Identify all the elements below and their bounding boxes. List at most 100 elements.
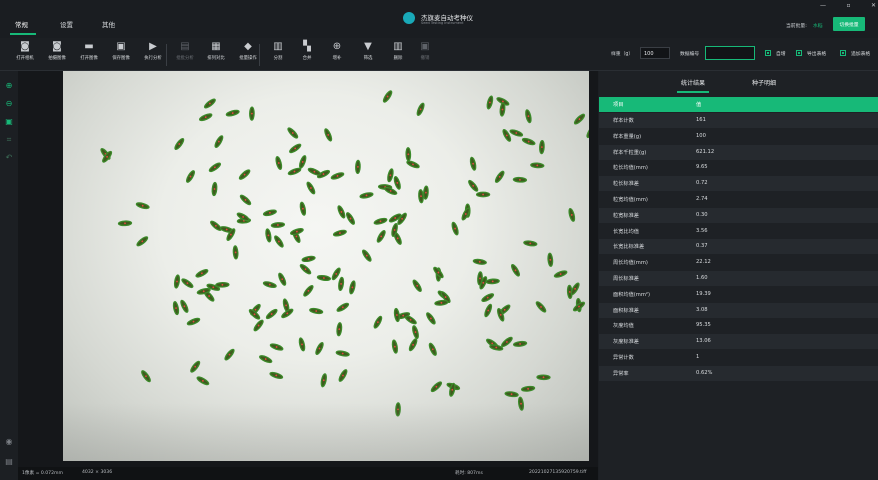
seed-mark[interactable] <box>270 222 286 228</box>
seed-mark[interactable] <box>539 139 545 155</box>
seed-mark[interactable] <box>428 342 437 356</box>
seed-mark[interactable] <box>391 339 399 354</box>
menu-tab-other[interactable]: 其他 <box>102 19 115 29</box>
seed-mark[interactable] <box>484 303 493 318</box>
seed-mark[interactable] <box>373 217 388 225</box>
seed-mark[interactable] <box>499 102 506 117</box>
menu-tab-general[interactable]: 常规 <box>15 19 28 29</box>
table-row[interactable]: 长宽比均值 3.56 <box>599 224 878 239</box>
seed-mark[interactable] <box>337 205 346 219</box>
table-row[interactable]: 面积均值(mm²) 19.39 <box>599 287 878 302</box>
minimize-icon[interactable]: — <box>820 2 826 12</box>
table-row[interactable]: 异常率 0.62% <box>599 365 878 381</box>
seed-mark[interactable] <box>573 113 586 125</box>
seed-mark[interactable] <box>185 170 195 183</box>
seed-mark[interactable] <box>290 227 304 236</box>
seed-mark[interactable] <box>239 194 252 206</box>
seed-mark[interactable] <box>174 137 185 151</box>
eye-icon[interactable]: ◉ <box>4 437 14 447</box>
seed-mark[interactable] <box>269 343 284 351</box>
seed-mark[interactable] <box>232 245 239 260</box>
auto-increment-checkbox[interactable] <box>765 50 771 56</box>
seed-mark[interactable] <box>521 137 536 146</box>
seed-mark[interactable] <box>338 276 345 291</box>
table-row[interactable]: 样本计数 161 <box>599 113 878 128</box>
seed-mark[interactable] <box>287 127 299 139</box>
add-button[interactable]: ⊕ 增补 <box>322 41 352 61</box>
seed-mark[interactable] <box>494 170 505 183</box>
seed-mark[interactable] <box>303 284 315 297</box>
seed-mark[interactable] <box>405 147 412 162</box>
seed-mark[interactable] <box>211 181 218 197</box>
seed-mark[interactable] <box>208 162 222 173</box>
merge-button[interactable]: ▚ 合并 <box>292 41 322 61</box>
table-row[interactable]: 周长标准差 1.60 <box>599 271 878 286</box>
seed-mark[interactable] <box>316 274 331 282</box>
seed-mark[interactable] <box>553 270 568 279</box>
seed-mark[interactable] <box>275 156 283 170</box>
switch-scheme-button[interactable]: 切换批量 <box>833 17 865 31</box>
seed-mark[interactable] <box>512 340 528 347</box>
table-row[interactable]: 粒长标准差 0.72 <box>599 176 878 192</box>
seed-mark[interactable] <box>481 292 495 303</box>
seed-mark[interactable] <box>203 98 216 109</box>
data-number-input[interactable] <box>705 46 755 60</box>
tab-statistics[interactable]: 统计结果 <box>681 78 705 87</box>
folder-button[interactable]: ▬ 打开图像 <box>74 41 104 61</box>
table-row[interactable]: 面积标准差 3.08 <box>599 302 878 318</box>
seed-mark[interactable] <box>425 312 436 325</box>
menu-tab-settings[interactable]: 设置 <box>60 19 73 29</box>
filter-button[interactable]: ▼ 筛选 <box>353 41 383 61</box>
seed-mark[interactable] <box>525 109 532 124</box>
table-row[interactable]: 周长均值(mm) 22.12 <box>599 255 878 270</box>
save-button[interactable]: ▣ 保存图像 <box>106 41 136 61</box>
seed-mark[interactable] <box>547 252 554 267</box>
play-button[interactable]: ▶ 执行分析 <box>138 41 168 61</box>
seed-photo[interactable] <box>63 71 589 461</box>
table-row[interactable]: 样本重量(g) 100 <box>599 129 878 144</box>
seed-mark[interactable] <box>382 90 393 103</box>
seed-mark[interactable] <box>451 221 459 236</box>
seed-mark[interactable] <box>338 369 348 382</box>
seed-mark[interactable] <box>349 280 356 295</box>
tab-seed-details[interactable]: 种子明细 <box>752 78 776 87</box>
seed-mark[interactable] <box>469 156 477 171</box>
seed-mark[interactable] <box>262 209 277 217</box>
seed-mark[interactable] <box>355 159 361 175</box>
seed-mark[interactable] <box>523 240 538 247</box>
seed-mark[interactable] <box>475 191 491 198</box>
zoom-in-icon[interactable]: ⊕ <box>4 81 14 91</box>
fit-icon[interactable]: ▣ <box>4 117 14 127</box>
seed-mark[interactable] <box>199 113 213 122</box>
seed-mark[interactable] <box>306 181 316 195</box>
close-icon[interactable]: ✕ <box>871 2 876 12</box>
seed-mark[interactable] <box>140 370 151 383</box>
table-row[interactable]: 灰度均值 95.35 <box>599 318 878 333</box>
seed-mark[interactable] <box>430 381 443 393</box>
undo-button[interactable]: ▣ 撤销 <box>410 41 440 61</box>
maximize-icon[interactable]: ▫ <box>846 2 850 12</box>
table-row[interactable]: 样本千粒重(g) 621.12 <box>599 144 878 160</box>
seed-mark[interactable] <box>359 192 374 199</box>
grid-button[interactable]: ▦ 排列对比 <box>201 41 231 61</box>
seed-mark[interactable] <box>373 315 383 329</box>
seed-mark[interactable] <box>530 162 545 169</box>
table-row[interactable]: 粒长均值(mm) 9.65 <box>599 160 878 175</box>
trash-button[interactable]: ▥ 删除 <box>383 41 413 61</box>
seed-mark[interactable] <box>520 385 536 392</box>
seed-mark[interactable] <box>307 167 322 176</box>
seed-mark[interactable] <box>225 109 240 117</box>
seed-mark[interactable] <box>501 336 514 348</box>
seed-mark[interactable] <box>509 129 524 138</box>
seed-mark[interactable] <box>189 360 201 373</box>
seed-mark[interactable] <box>309 307 324 315</box>
seed-mark[interactable] <box>416 102 425 116</box>
seed-mark[interactable] <box>486 95 494 110</box>
table-row[interactable]: 粒宽标准差 0.30 <box>599 207 878 223</box>
export-table-checkbox[interactable] <box>796 50 802 56</box>
seed-mark[interactable] <box>412 325 420 340</box>
table-row[interactable]: 灰度标准差 13.06 <box>599 334 878 350</box>
seed-mark[interactable] <box>196 376 210 386</box>
seed-mark[interactable] <box>287 167 302 176</box>
seed-mark[interactable] <box>393 176 401 190</box>
